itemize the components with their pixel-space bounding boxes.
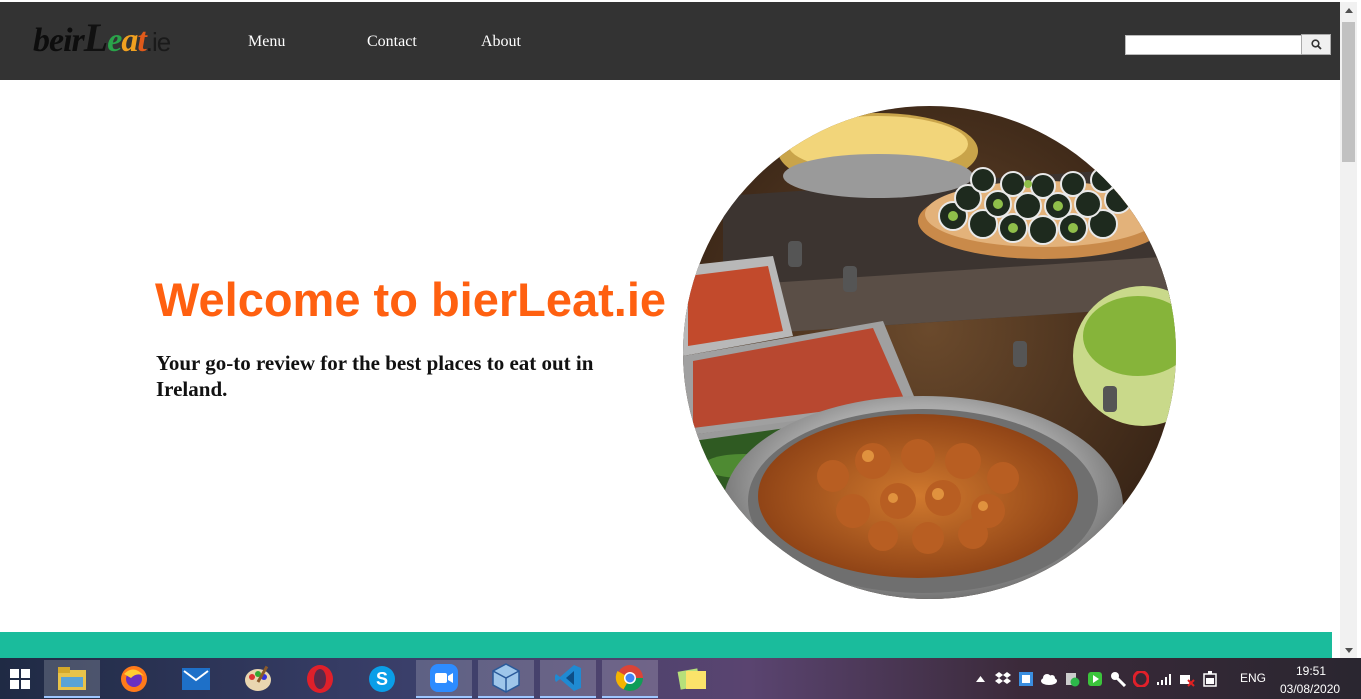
search-button[interactable]	[1301, 34, 1331, 55]
search-icon	[1310, 39, 1322, 50]
paint-palette-icon	[245, 665, 271, 691]
chrome-icon	[615, 665, 644, 692]
sync-check-icon[interactable]	[1062, 669, 1082, 689]
opera-icon	[307, 665, 333, 693]
virtualbox-cube-icon	[492, 663, 520, 693]
sticky-notes-icon	[677, 668, 706, 690]
wifi-signal-icon[interactable]	[1154, 669, 1174, 689]
taskbar-vscode[interactable]	[540, 660, 596, 698]
folder-icon	[58, 667, 86, 690]
search-input[interactable]	[1125, 35, 1302, 55]
tool-wrench-icon[interactable]	[1108, 669, 1128, 689]
dropbox-icon[interactable]	[993, 669, 1013, 689]
vscode-icon	[555, 665, 581, 691]
taskbar-skype[interactable]: S	[354, 660, 410, 698]
windows-logo-icon	[10, 669, 30, 689]
taskbar-mail[interactable]	[168, 660, 224, 698]
taskbar-file-explorer[interactable]	[44, 660, 100, 698]
logo-text-e: e	[107, 22, 122, 59]
media-player-icon[interactable]	[1085, 669, 1105, 689]
scroll-down-arrow-icon[interactable]	[1340, 642, 1357, 658]
scroll-up-arrow-icon[interactable]	[1340, 2, 1357, 18]
taskbar-paint[interactable]	[230, 660, 286, 698]
zoom-icon	[430, 664, 458, 692]
onedrive-cloud-icon[interactable]	[1039, 669, 1059, 689]
mail-icon	[182, 668, 210, 690]
taskbar-virtualbox[interactable]	[478, 660, 534, 698]
volume-muted-icon[interactable]	[1177, 669, 1197, 689]
taskbar-zoom[interactable]	[416, 660, 472, 698]
battery-icon[interactable]	[1200, 669, 1220, 689]
system-tray	[970, 658, 1223, 699]
taskbar-opera[interactable]	[292, 660, 348, 698]
nav-link-contact[interactable]: Contact	[367, 33, 417, 51]
logo-text-t: t	[137, 22, 147, 59]
clock-time[interactable]: 19:51	[1296, 664, 1326, 678]
firefox-icon	[121, 666, 147, 692]
svg-text:S: S	[376, 669, 388, 689]
hero-subtitle: Your go-to review for the best places to…	[156, 351, 594, 401]
logo-text-L: L	[83, 15, 108, 60]
taskbar-firefox[interactable]	[106, 660, 162, 698]
opera-tray-icon[interactable]	[1131, 669, 1151, 689]
clock-date[interactable]: 03/08/2020	[1280, 682, 1340, 696]
food-buffet-photo	[683, 106, 1176, 599]
nav-link-menu[interactable]: Menu	[248, 33, 285, 51]
windows-taskbar: S ENG 19:51 03/08/2020	[0, 658, 1361, 699]
nav-link-about[interactable]: About	[481, 33, 521, 51]
top-navbar: beirLeat.ie Menu Contact About	[0, 2, 1340, 80]
logo-text-ie: .ie	[145, 27, 171, 57]
site-logo[interactable]: beirLeat.ie	[33, 14, 171, 60]
network-share-icon[interactable]	[1016, 669, 1036, 689]
hero-title: Welcome to bierLeat.ie	[155, 273, 667, 326]
tray-overflow-chevron-icon[interactable]	[970, 669, 990, 689]
taskbar-chrome[interactable]	[602, 660, 658, 698]
skype-icon: S	[369, 666, 395, 692]
windows-start-button[interactable]	[0, 660, 40, 698]
logo-text-a: a	[121, 22, 138, 59]
scrollbar-thumb[interactable]	[1342, 22, 1355, 162]
language-indicator[interactable]: ENG	[1240, 671, 1266, 685]
teal-footer-band	[0, 632, 1332, 658]
logo-text-beir: beir	[33, 22, 85, 59]
taskbar-sticky-notes[interactable]	[664, 660, 720, 698]
page-scrollbar[interactable]	[1340, 2, 1357, 658]
